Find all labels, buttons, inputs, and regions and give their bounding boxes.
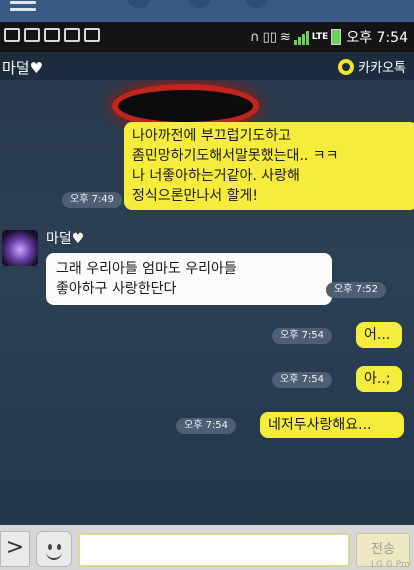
device-watermark: LG G Pro [371,560,410,570]
chats-icon[interactable] [188,0,210,8]
message-time-2: 오후 7:52 [326,282,387,298]
chat-area[interactable]: 나아까전에 부끄럽기도하고 좀민망하기도해서말못했는대.. ㅋㅋ 나 너좋아하는… [0,80,414,525]
message-bubble-3[interactable]: 어... [356,322,402,348]
wifi-icon: ≋ [279,29,291,45]
notification-icon [4,28,20,42]
app-top-bar [0,0,414,22]
more-tab-icon[interactable] [246,0,268,8]
kakaotalk-brand: 카카오톡 [338,57,406,76]
kakaotalk-icon [338,58,355,75]
chat-header: 마덜♥ 카카오톡 [0,52,414,80]
message-bubble-4[interactable]: 아..; [356,366,402,392]
mail-icon [24,28,40,42]
friends-icon[interactable] [128,0,150,8]
status-right: ∩ ▯▯ ≋ LTE 오후 7:54 [250,27,408,47]
chat-title: 마덜♥ [2,59,44,77]
clock: 오후 7:54 [346,30,408,46]
message-time-4: 오후 7:54 [272,372,333,388]
message-bubble-5[interactable]: 네저두사랑해요... [260,412,404,438]
message-time-5: 오후 7:54 [176,418,237,434]
message-bubble-1[interactable]: 나아까전에 부끄럽기도하고 좀민망하기도해서말못했는대.. ㅋㅋ 나 너좋아하는… [124,122,414,210]
mail-icon [44,28,60,42]
avatar[interactable] [2,230,38,266]
mail-icon [64,28,80,42]
message-time-1: 오후 7:49 [62,192,123,208]
more-button[interactable]: > [0,531,30,567]
brand-label: 카카오톡 [358,61,406,76]
menu-icon[interactable] [10,0,36,12]
network-label: LTE [311,32,329,42]
message-icon [84,28,100,42]
message-input[interactable] [78,533,350,567]
headset-icon: ∩ [250,29,260,45]
message-time-3: 오후 7:54 [272,328,333,344]
emoticon-button[interactable] [36,531,72,567]
battery-icon [331,29,342,45]
redaction-scribble [118,90,253,122]
sender-name: 마덜♥ [46,231,85,247]
notification-icons [4,28,100,46]
status-bar: ∩ ▯▯ ≋ LTE 오후 7:54 [0,22,414,52]
input-bar: > 전송 LG G Pro [0,525,414,570]
vibrate-icon: ▯▯ [262,29,277,45]
signal-icon [293,30,309,45]
message-bubble-2[interactable]: 그래 우리아들 엄마도 우리아들 좋아하구 사랑한단다 [46,253,332,305]
